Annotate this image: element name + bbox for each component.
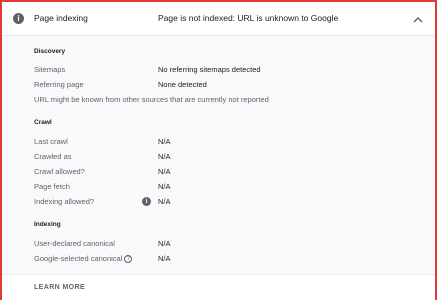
discovery-note: URL might be known from other sources th… (34, 95, 269, 104)
crawled-as-label: Crawled as (34, 152, 72, 161)
panel-title: Page indexing (34, 13, 88, 23)
user-declared-canonical-value: N/A (158, 239, 171, 248)
chevron-up-icon[interactable] (410, 11, 426, 27)
indexing-allowed-info-icon[interactable]: i (142, 197, 151, 206)
indexing-allowed-label: Indexing allowed? (34, 197, 95, 206)
user-declared-canonical-label: User-declared canonical (34, 239, 115, 248)
last-crawl-label: Last crawl (34, 137, 68, 146)
section-heading-indexing: Indexing (34, 221, 61, 228)
page-fetch-label: Page fetch (34, 182, 70, 191)
panel-header[interactable]: i Page indexing Page is not indexed: URL… (2, 2, 435, 36)
index-status: Page is not indexed: URL is unknown to G… (158, 13, 339, 23)
sitemaps-label: Sitemaps (34, 65, 66, 74)
last-crawl-value: N/A (158, 137, 171, 146)
crawled-as-value: N/A (158, 152, 171, 161)
help-icon[interactable]: ? (124, 255, 133, 264)
referring-page-label: Referring page (34, 80, 84, 89)
crawl-allowed-value: N/A (158, 167, 171, 176)
info-icon: i (13, 13, 24, 24)
crawl-allowed-label: Crawl allowed? (34, 167, 85, 176)
page-indexing-panel: i Page indexing Page is not indexed: URL… (0, 0, 437, 301)
section-heading-crawl: Crawl (34, 119, 52, 126)
google-selected-canonical-value: N/A (158, 254, 171, 263)
section-heading-discovery: Discovery (34, 48, 66, 55)
page-fetch-value: N/A (158, 182, 171, 191)
google-selected-canonical-label: Google-selected canonical (34, 254, 123, 263)
chevron-up-glyph (413, 17, 423, 23)
learn-more-link[interactable]: LEARN MORE (34, 284, 85, 291)
panel-content: Discovery Sitemaps No referring sitemaps… (2, 36, 435, 274)
panel-footer: LEARN MORE (2, 274, 435, 301)
indexing-allowed-value: N/A (158, 197, 171, 206)
google-selected-canonical-row: Google-selected canonical? (34, 254, 133, 264)
sitemaps-value: No referring sitemaps detected (158, 65, 261, 74)
referring-page-value: None detected (158, 80, 207, 89)
